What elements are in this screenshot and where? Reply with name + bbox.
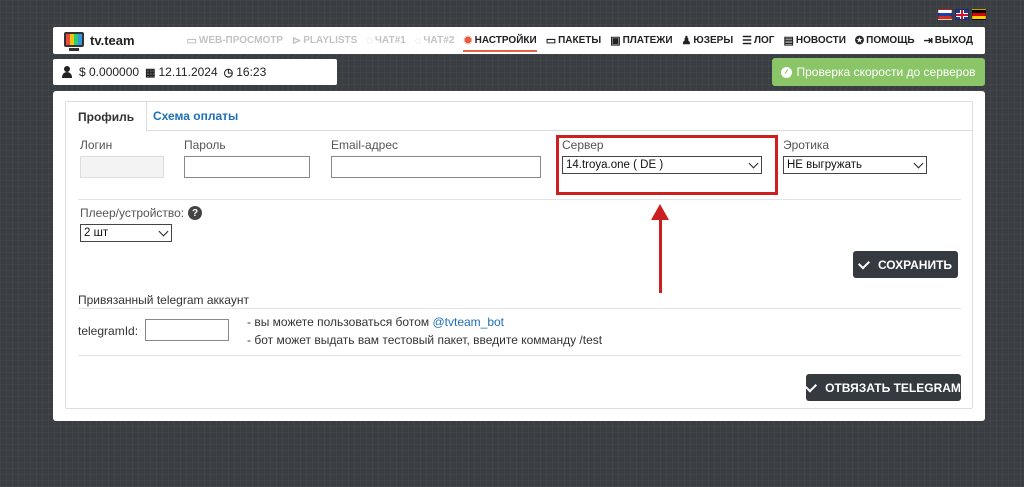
speed-test-button[interactable]: Проверка скорости до серверов xyxy=(772,58,985,86)
date: ▦ 12.11.2024 xyxy=(145,65,218,79)
chat-icon: ◌ xyxy=(366,34,373,47)
tab-bar: Профиль Схема оплаты xyxy=(66,102,972,131)
user-status-bar: $ 0.000000 ▦ 12.11.2024 ◷ 16:23 xyxy=(53,59,337,85)
telegram-id-label: telegramId: xyxy=(78,324,139,338)
password-label: Пароль xyxy=(184,138,226,152)
player-label: Плеер/устройство: xyxy=(80,206,185,220)
tv-logo-icon xyxy=(63,30,85,52)
nav-news[interactable]: ▤ НОВОСТИ xyxy=(783,27,845,54)
tv-icon: ▭ xyxy=(545,35,557,47)
save-button[interactable]: СОХРАНИТЬ xyxy=(853,251,958,278)
main-menu: ▭ WEB-ПРОСМОТР ⊳ PLAYLISTS ◌ ЧАТ#1 ◌ ЧАТ#2 ✹… xyxy=(177,27,973,54)
server-highlight-box xyxy=(556,135,778,195)
email-field[interactable] xyxy=(331,156,541,178)
users-icon: ♟ xyxy=(681,35,692,47)
nav-settings[interactable]: ✹ НАСТРОЙКИ xyxy=(463,27,537,54)
login-label: Логин xyxy=(80,138,113,152)
telegram-id-field[interactable] xyxy=(145,319,229,341)
unbind-telegram-button[interactable]: ОТВЯЗАТЬ TELEGRAM xyxy=(805,374,961,401)
divider xyxy=(78,308,961,309)
nav-web-view[interactable]: ▭ WEB-ПРОСМОТР xyxy=(186,27,283,54)
nav-playlists[interactable]: ⊳ PLAYLISTS xyxy=(292,27,357,54)
chevron-down-icon xyxy=(158,226,169,236)
flag-de-icon[interactable] xyxy=(972,9,986,20)
divider xyxy=(78,199,961,200)
player-select[interactable]: 2 шт xyxy=(80,224,172,242)
question-icon[interactable]: ? xyxy=(188,206,202,220)
login-field[interactable] xyxy=(80,156,164,178)
brand-name: tv.team xyxy=(90,33,135,48)
tab-profile[interactable]: Профиль xyxy=(66,102,148,131)
erotica-select[interactable]: НЕ выгружать xyxy=(783,156,927,174)
monitor-icon: ▭ xyxy=(186,35,197,47)
gear-icon: ✹ xyxy=(463,35,473,47)
telegram-hint-1: - вы можете пользоваться ботом @tvteam_b… xyxy=(247,315,505,329)
erotica-label: Эротика xyxy=(783,138,830,152)
flag-ru-icon[interactable] xyxy=(938,9,952,20)
nav-payments[interactable]: ▣ ПЛАТЕЖИ xyxy=(610,27,672,54)
list-icon: ☰ xyxy=(742,35,752,47)
password-field[interactable] xyxy=(184,156,310,178)
speedometer-icon xyxy=(781,66,793,78)
email-label: Email-адрес xyxy=(331,138,399,152)
divider xyxy=(78,355,961,356)
bot-link[interactable]: @tvteam_bot xyxy=(432,315,504,329)
check-icon xyxy=(805,379,818,393)
top-navbar: tv.team ▭ WEB-ПРОСМОТР ⊳ PLAYLISTS ◌ ЧАТ#1 … xyxy=(53,27,985,54)
calendar-icon: ▦ xyxy=(145,66,156,79)
clock-icon: ◷ xyxy=(223,66,234,79)
nav-log[interactable]: ☰ ЛОГ xyxy=(742,27,774,54)
help-icon: ✪ xyxy=(854,35,865,47)
exit-icon: ⇥ xyxy=(923,35,933,47)
telegram-hint-2: - бот может выдать вам тестовый пакет, в… xyxy=(247,333,603,347)
telegram-heading: Привязанный telegram аккаунт xyxy=(78,293,249,307)
nav-chat-2[interactable]: ◌ ЧАТ#2 xyxy=(415,27,455,54)
news-icon: ▤ xyxy=(783,35,794,47)
chevron-down-icon xyxy=(913,158,924,168)
check-icon xyxy=(857,256,870,270)
nav-packages[interactable]: ▭ ПАКЕТЫ xyxy=(546,27,602,54)
nav-users[interactable]: ♟ ЮЗЕРЫ xyxy=(682,27,734,54)
tab-payment-scheme[interactable]: Схема оплаты xyxy=(141,102,250,130)
nav-help[interactable]: ✪ ПОМОЩЬ xyxy=(855,27,915,54)
brand[interactable]: tv.team xyxy=(63,30,135,52)
flag-gb-icon[interactable] xyxy=(955,9,969,20)
chat-icon: ◌ xyxy=(414,34,422,47)
nav-exit[interactable]: ⇥ ВЫХОД xyxy=(924,27,973,54)
play-circle-icon: ⊳ xyxy=(292,35,302,47)
language-switcher xyxy=(938,9,986,20)
user-icon[interactable] xyxy=(61,66,73,78)
arrow-shaft xyxy=(659,218,662,293)
balance: $ 0.000000 xyxy=(79,65,140,79)
time: ◷ 16:23 xyxy=(223,65,267,79)
telegram-hints: - вы можете пользоваться ботом @tvteam_b… xyxy=(247,313,602,349)
nav-chat-1[interactable]: ◌ ЧАТ#1 xyxy=(366,27,406,54)
money-icon: ▣ xyxy=(610,35,621,47)
